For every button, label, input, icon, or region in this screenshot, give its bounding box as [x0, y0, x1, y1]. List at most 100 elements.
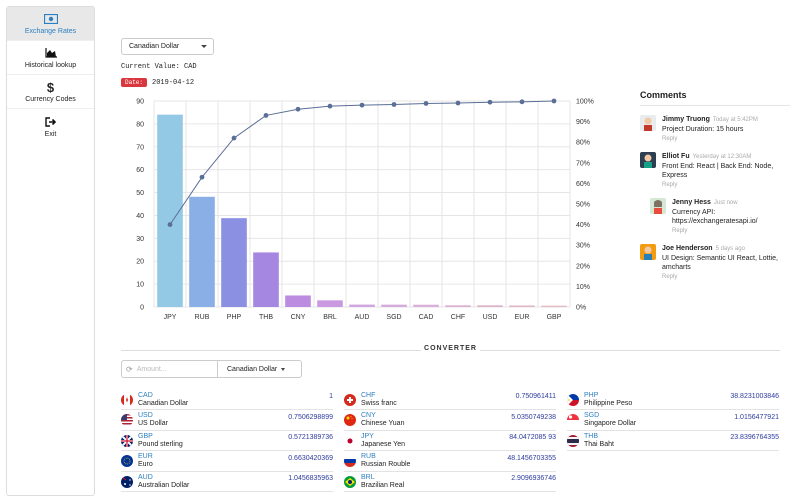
us-flag-icon [121, 414, 133, 426]
ch-flag-icon [344, 393, 356, 406]
x-tick-label: CNY [291, 314, 306, 321]
rate-row-rub: RUB Russian Rouble 48.1456703355 [344, 452, 556, 472]
sidebar-item-historical-lookup[interactable]: Historical lookup [7, 41, 94, 75]
currency-name: Singapore Dollar [584, 420, 637, 427]
converted-value: 38.8231003846 [730, 393, 779, 400]
amount-placeholder: Amount... [136, 365, 167, 373]
converter-currency-dropdown[interactable]: Canadian Dollar [218, 361, 301, 377]
bar-rub [189, 196, 215, 307]
converted-value: 0.7506298899 [288, 413, 333, 421]
y2-tick-label: 100% [576, 99, 594, 106]
cn-flag-icon [344, 414, 356, 426]
sign-out-icon [44, 115, 57, 129]
x-tick-label: CHF [451, 314, 465, 321]
bar-gbp [541, 305, 567, 307]
comment-author[interactable]: Jenny Hess [672, 199, 711, 206]
bar-eur [509, 305, 535, 307]
sidebar-item-exit[interactable]: Exit [7, 109, 94, 143]
converted-value: 5.0350749238 [511, 413, 556, 421]
comment-author[interactable]: Elliot Fu [662, 153, 690, 160]
y2-tick-label: 70% [576, 160, 590, 167]
sidebar-item-currency-codes[interactable]: $ Currency Codes [7, 75, 94, 109]
rate-row-sgd: SGD Singapore Dollar 1.0156477921 [567, 411, 779, 431]
rate-row-aud: AUD Australian Dollar 1.0456835963 [121, 472, 333, 492]
rate-row-chf: CHF Swiss franc 0.750961411 [344, 390, 556, 410]
x-tick-label: BRL [323, 314, 337, 321]
y-tick-label: 0 [140, 305, 144, 312]
sidebar-item-exchange-rates[interactable]: Exchange Rates [7, 7, 94, 41]
currency-name: Australian Dollar [138, 481, 190, 489]
bar-cad [413, 304, 439, 307]
reply-link[interactable]: Reply [662, 135, 758, 144]
rate-row-brl: BRL Brazilian Real 2.9096936746 [344, 472, 556, 492]
y-tick-label: 10 [136, 282, 144, 289]
jp-flag-icon [344, 434, 356, 447]
comment: Jimmy Truong Today at 5:42PM Project Dura… [640, 115, 790, 144]
currency-code: CHF [361, 391, 376, 399]
cumulative-point [455, 100, 461, 106]
au-flag-icon [121, 475, 133, 488]
date-badge: Date: [121, 78, 148, 87]
current-value-text: Current Value: CAD [121, 63, 197, 71]
rate-label: EUR Euro [138, 453, 153, 469]
gb-flag-icon [121, 434, 133, 447]
x-tick-label: JPY [164, 314, 177, 321]
currency-code: BRL [361, 473, 375, 481]
comment: Joe Henderson 5 days ago UI Design: Seman… [640, 244, 790, 282]
currency-code: CNY [361, 412, 376, 419]
sidebar-item-label: Currency Codes [25, 96, 76, 103]
y2-tick-label: 30% [576, 243, 590, 250]
amount-input[interactable]: ⟳ Amount... [122, 361, 218, 377]
comment-text: UI Design: Semantic UI React, Lottie, am… [662, 255, 778, 271]
rate-label: BRL Brazilian Real [361, 474, 404, 490]
currency-code: RUB [361, 453, 376, 460]
y2-tick-label: 60% [576, 181, 590, 188]
x-tick-label: RUB [195, 314, 210, 321]
sidebar-item-label: Exit [44, 130, 57, 138]
rate-row-usd: USD US Dollar 0.7506298899 [121, 411, 333, 431]
area-chart-icon [44, 46, 57, 60]
converter-title: CONVERTER [424, 345, 477, 352]
avatar [640, 115, 656, 131]
sg-flag-icon [567, 414, 579, 426]
currency-name: US Dollar [138, 420, 168, 427]
x-tick-label: CAD [419, 314, 434, 321]
converted-value: 0.6630420369 [288, 454, 333, 462]
y-tick-label: 70 [136, 144, 144, 151]
currency-name: Brazilian Real [361, 481, 405, 489]
currency-code: THB [584, 432, 598, 440]
reply-link[interactable]: Reply [672, 227, 790, 236]
currency-name: Swiss franc [361, 399, 397, 407]
reply-link[interactable]: Reply [662, 273, 790, 282]
currency-name: Japanese Yen [361, 440, 405, 448]
converted-value: 0.5721389736 [288, 434, 333, 441]
rate-label: CHF Swiss franc [361, 392, 397, 408]
bar-usd [477, 305, 503, 307]
rate-row-cad: CAD Canadian Dollar 1 [121, 390, 333, 410]
reply-link[interactable]: Reply [662, 181, 790, 190]
y2-tick-label: 20% [576, 263, 590, 270]
currency-code: PHP [584, 391, 599, 399]
x-tick-label: USD [483, 314, 498, 321]
refresh-icon[interactable]: ⟳ [126, 365, 133, 374]
sidebar-item-label: Exchange Rates [24, 28, 77, 35]
currency-code: GBP [138, 432, 153, 440]
comment-author[interactable]: Jimmy Truong [662, 116, 710, 123]
comment-text: Currency API: https://exchangeratesapi.i… [672, 209, 758, 225]
y-tick-label: 50 [136, 190, 144, 197]
x-tick-label: PHP [227, 314, 242, 321]
comment-time: Yesterday at 12:30AM [692, 154, 752, 160]
currency-name: Canadian Dollar [138, 399, 189, 407]
bar-aud [349, 304, 375, 307]
converted-value: 1.0156477921 [734, 413, 779, 421]
x-tick-label: THB [259, 314, 273, 321]
base-currency-dropdown[interactable]: Canadian Dollar [121, 38, 214, 55]
base-currency-value: Canadian Dollar [129, 43, 180, 50]
dollar-sign-icon: $ [46, 79, 55, 95]
y-tick-label: 60 [136, 167, 144, 174]
comment-text: Front End: React | Back End: Node, Expre… [662, 163, 774, 179]
cumulative-point [295, 106, 301, 112]
bar-sgd [381, 304, 407, 307]
comment-author[interactable]: Joe Henderson [662, 245, 713, 252]
cumulative-point [231, 135, 237, 141]
